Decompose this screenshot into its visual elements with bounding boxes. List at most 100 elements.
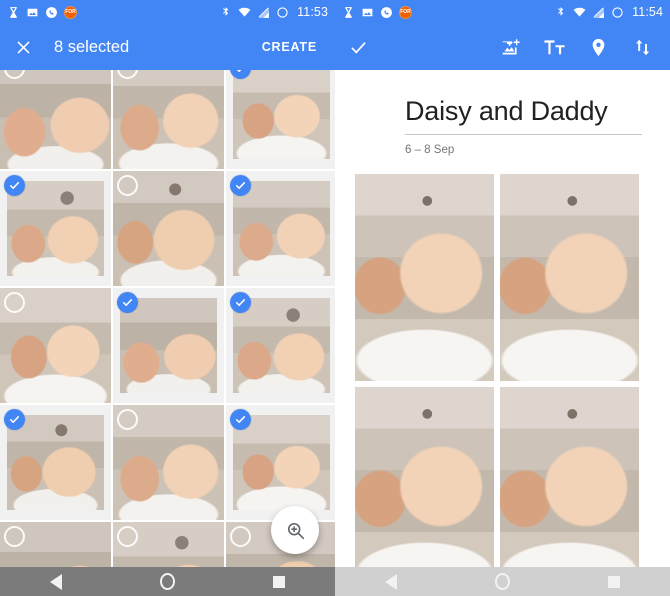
left-status-bar-time: 11:53 [297,5,328,19]
close-icon [16,40,30,54]
battery-circle-icon [612,6,623,18]
unselected-circle-icon[interactable] [117,409,138,430]
recents-square-icon [273,575,286,588]
photo-grid-cell[interactable] [0,70,111,169]
bluetooth-icon [223,6,229,16]
unselected-circle-icon[interactable] [4,292,25,313]
reorder-button[interactable] [620,24,664,70]
recents-square-icon [608,575,621,588]
left-status-bar-notifications: FOR [7,5,77,19]
orange-badge-icon: FOR [399,5,412,19]
photo-grid-cell[interactable] [0,171,111,286]
image-icon [362,8,373,16]
left-status-bar: FOR 11:53 [0,0,335,24]
album-photo-item[interactable] [355,174,494,381]
unselected-circle-icon[interactable] [117,526,138,547]
album-title-input[interactable]: Daisy and Daddy [405,96,642,135]
bluetooth-icon [558,6,564,16]
hourglass-icon [10,6,17,18]
left-pane-photo-picker: FOR 11:53 8 selected CREATE [0,0,335,596]
phone-icon [381,6,392,18]
album-header: Daisy and Daddy 6 – 8 Sep [335,70,670,156]
phone-icon [46,6,57,18]
photo-grid-cell[interactable] [0,288,111,403]
nav-recents-button[interactable] [592,567,636,596]
selection-toolbar: 8 selected CREATE [0,24,335,70]
add-text-icon [543,39,565,54]
selected-check-icon[interactable] [230,292,251,313]
photo-thumbnail [233,70,330,159]
split-screen-container: FOR 11:53 8 selected CREATE FOR 11:54 Da… [0,0,670,596]
photo-thumbnail [233,181,330,276]
wifi-icon [238,7,251,17]
album-photo-image [355,174,494,381]
nav-home-button[interactable] [480,567,524,596]
left-nav-bar [0,567,335,596]
close-selection-button[interactable] [0,24,46,70]
left-status-bar-system: 11:53 [219,5,328,19]
photo-thumbnail [233,415,330,510]
photo-grid-cell[interactable] [113,405,224,520]
album-date-range: 6 – 8 Sep [405,144,455,156]
album-photo-item[interactable] [500,387,639,567]
photo-thumbnail [120,298,217,393]
back-triangle-icon [49,573,62,590]
unselected-circle-icon[interactable] [230,526,251,547]
wifi-icon [573,7,586,17]
photo-grid-cell[interactable] [0,405,111,520]
confirm-button[interactable] [335,24,381,70]
unselected-circle-icon[interactable] [4,526,25,547]
zoom-fab-button[interactable] [271,506,319,554]
selected-check-icon[interactable] [4,409,25,430]
nav-home-button[interactable] [145,567,189,596]
selected-check-icon[interactable] [230,409,251,430]
back-triangle-icon [384,573,397,590]
photo-grid-cell[interactable] [113,70,224,169]
photo-thumbnail [7,415,104,510]
add-photo-button[interactable] [488,24,532,70]
checkmark-icon [350,41,366,54]
photo-grid-scroll-area[interactable] [0,70,335,567]
unselected-circle-icon[interactable] [117,175,138,196]
zoom-in-icon [287,522,304,539]
photo-grid-cell[interactable] [226,70,335,169]
add-text-button[interactable] [532,24,576,70]
nav-back-button[interactable] [369,567,413,596]
photo-grid-cell[interactable] [226,288,335,403]
hourglass-icon [345,6,352,18]
orange-badge-text: FOR [400,8,411,15]
album-photo-image [500,387,639,567]
cell-signal-icon [258,6,270,18]
nav-back-button[interactable] [34,567,78,596]
photo-grid-cell[interactable] [226,405,335,520]
photo-grid-cell[interactable] [113,288,224,403]
album-photo-item[interactable] [355,387,494,567]
selected-check-icon[interactable] [117,292,138,313]
photo-thumbnail [233,298,330,393]
selection-count-label: 8 selected [54,37,130,56]
album-toolbar-actions [488,24,670,70]
nav-recents-button[interactable] [257,567,301,596]
photo-thumbnail [113,70,224,169]
right-nav-bar [335,567,670,596]
orange-badge-icon: FOR [64,5,77,19]
album-photo-item[interactable] [500,174,639,381]
album-detail-scroll-area[interactable]: Daisy and Daddy 6 – 8 Sep [335,70,670,567]
photo-grid [0,70,335,567]
photo-grid-cell[interactable] [0,522,111,567]
album-photo-image [500,174,639,381]
add-location-button[interactable] [576,24,620,70]
orange-badge-text: FOR [65,8,76,15]
photo-grid-cell[interactable] [226,171,335,286]
image-icon [27,8,38,16]
add-photo-icon [502,38,520,54]
photo-thumbnail [7,181,104,276]
right-status-bar-system: 11:54 [554,5,663,19]
selected-check-icon[interactable] [4,175,25,196]
right-status-bar-time: 11:54 [632,5,663,19]
home-circle-icon [159,573,175,590]
create-button[interactable]: CREATE [262,40,317,54]
photo-grid-cell[interactable] [113,171,224,286]
photo-grid-cell[interactable] [113,522,224,567]
selected-check-icon[interactable] [230,175,251,196]
